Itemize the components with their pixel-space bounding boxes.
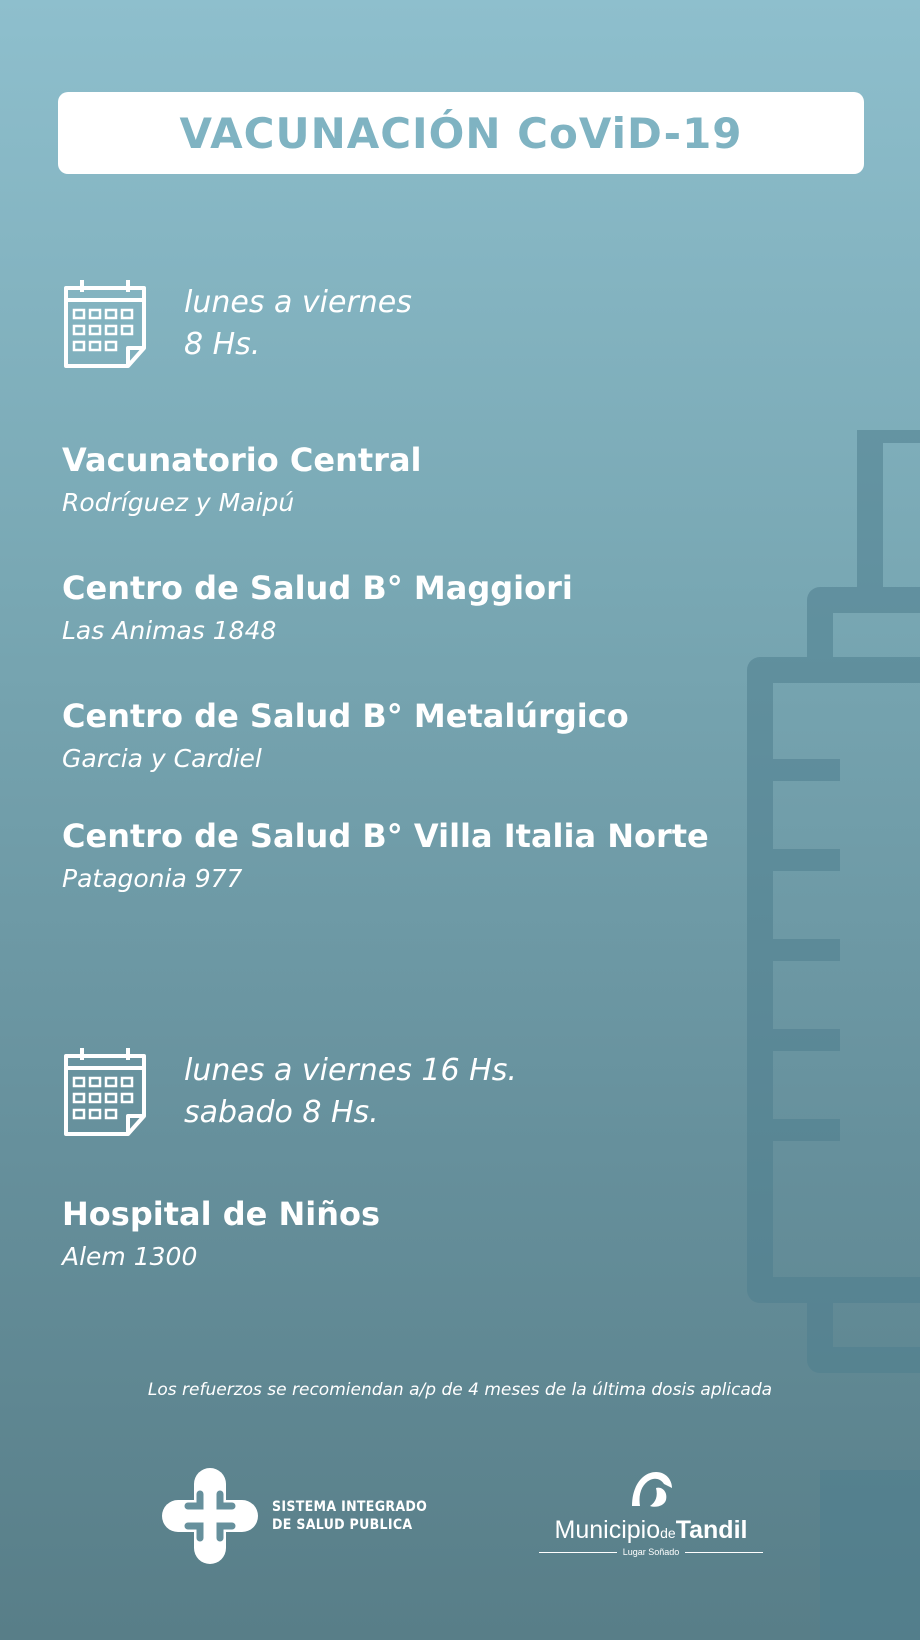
calendar-icon [64,1048,146,1136]
place-villa-italia-norte: Centro de Salud B° Villa Italia Norte Pa… [62,816,709,896]
divider [685,1551,764,1553]
tandil-de: de [660,1525,676,1541]
schedule-saturday: sabado 8 Hs. [184,1095,379,1130]
title-banner: VACUNACIÓN CoViD-19 [58,92,864,174]
schedule-days-hours: lunes a viernes 16 Hs. [184,1053,517,1088]
schedule-days: lunes a viernes [184,285,412,320]
place-address: Rodríguez y Maipú [62,488,295,517]
schedule-weekday-morning: lunes a viernes 8 Hs. [62,278,412,370]
health-cross-icon [162,1468,258,1564]
place-maggiori: Centro de Salud B° Maggiori Las Animas 1… [62,568,573,648]
tandil-wordmark: MunicipiodeTandil [536,1516,766,1545]
tandil-tagline: Lugar Soñado [622,1547,680,1557]
syringe-illustration [747,430,920,1640]
place-address: Garcia y Cardiel [62,744,262,773]
place-name: Hospital de Niños [62,1195,380,1233]
tandil-municipio: Municipio [554,1516,661,1544]
place-vacunatorio-central: Vacunatorio Central Rodríguez y Maipú [62,440,422,520]
tandil-name: Tandil [675,1516,748,1544]
schedule-hours: 8 Hs. [184,327,261,362]
schedule-afternoon-saturday: lunes a viernes 16 Hs. sabado 8 Hs. [62,1046,517,1138]
place-name: Vacunatorio Central [62,441,422,479]
place-metalurgico: Centro de Salud B° Metalúrgico Garcia y … [62,696,629,776]
place-name: Centro de Salud B° Maggiori [62,569,573,607]
place-address: Alem 1300 [62,1242,198,1271]
sisp-line2: DE SALUD PUBLICA [272,1517,413,1533]
sisp-line1: SISTEMA INTEGRADO [272,1499,428,1515]
place-name: Centro de Salud B° Villa Italia Norte [62,817,709,855]
place-address: Patagonia 977 [62,864,243,893]
booster-footnote: Los refuerzos se recomiendan a/p de 4 me… [147,1380,773,1400]
place-hospital-ninos: Hospital de Niños Alem 1300 [62,1194,380,1274]
divider [538,1551,617,1553]
tandil-emblem-icon [632,1472,672,1507]
tandil-tagline-row: Lugar Soñado [536,1547,766,1557]
page-title: VACUNACIÓN CoViD-19 [179,108,743,158]
place-name: Centro de Salud B° Metalúrgico [62,697,629,735]
place-address: Las Animas 1848 [62,616,277,645]
calendar-icon [64,280,146,368]
tandil-logo: MunicipiodeTandil Lugar Soñado [536,1466,766,1557]
sisp-logo: SISTEMA INTEGRADO DE SALUD PUBLICA [160,1466,427,1566]
